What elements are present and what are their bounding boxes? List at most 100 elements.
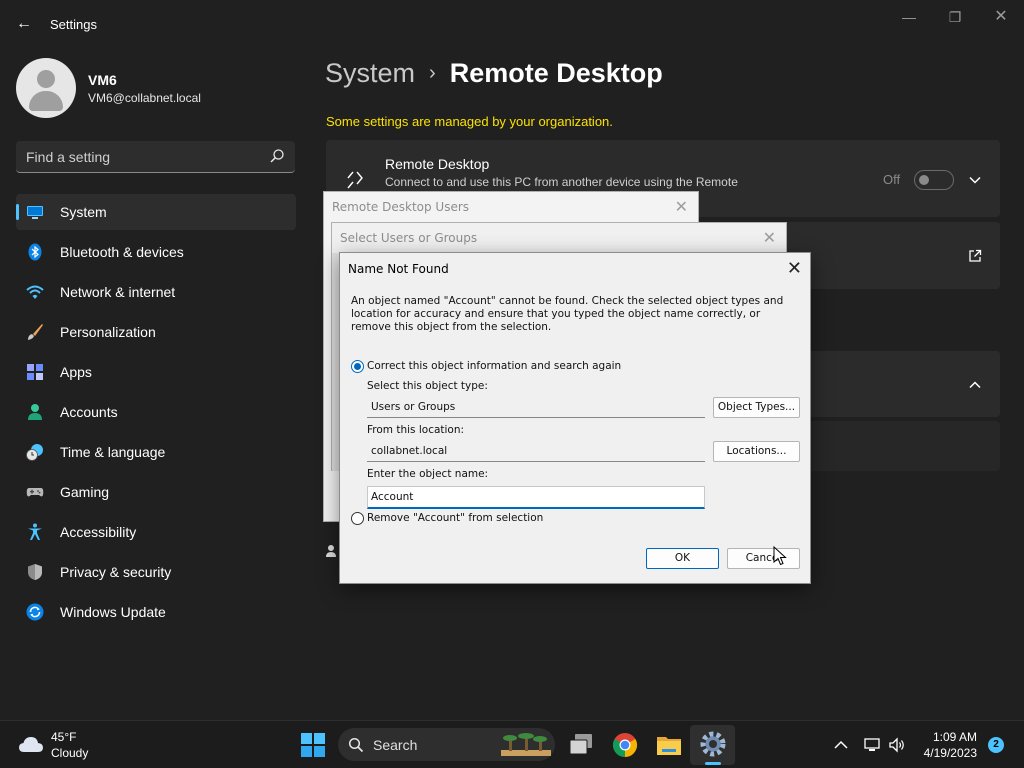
dialog-title: Remote Desktop Users [332,200,470,214]
find-setting-box[interactable] [16,141,295,173]
object-name-label: Enter the object name: [367,468,489,480]
chevron-down-icon[interactable] [968,173,982,187]
cancel-button[interactable]: Cancel [727,548,800,569]
object-type-field: Users or Groups [367,396,705,418]
notification-badge[interactable]: 2 [988,737,1004,753]
taskbar: 45°F Cloudy Search 1:09 AM 4/19/2023 2 [0,720,1024,768]
avatar[interactable] [16,58,76,118]
sidebar-item-label: Personalization [60,324,156,340]
remote-desktop-icon [347,171,363,189]
breadcrumb: System › Remote Desktop [325,58,663,89]
taskbar-search[interactable]: Search [338,728,555,761]
close-icon[interactable]: ✕ [787,258,802,279]
ok-button[interactable]: OK [646,548,719,569]
chevron-up-icon[interactable] [968,378,982,392]
external-link-icon[interactable] [968,249,982,263]
location-field: collabnet.local [367,440,705,462]
chevron-up-icon[interactable] [832,736,850,754]
sidebar-item-label: Bluetooth & devices [60,244,184,260]
sidebar-item-gaming[interactable]: Gaming [16,474,296,510]
sidebar-item-system[interactable]: System [16,194,296,230]
search-icon[interactable] [269,148,285,164]
remove-object-label[interactable]: Remove "Account" from selection [367,512,543,524]
managed-notice: Some settings are managed by your organi… [326,114,613,129]
sidebar-item-time[interactable]: Time & language [16,434,296,470]
avatar-body [29,91,63,111]
cloud-icon[interactable] [18,734,44,754]
sidebar-item-label: Privacy & security [60,564,172,580]
sidebar-item-label: Gaming [60,484,110,500]
clock-date[interactable]: 4/19/2023 [924,746,977,760]
dialog-title: Name Not Found [348,262,449,276]
page-title: Remote Desktop [449,58,663,88]
user-name: VM6 [88,72,117,88]
sidebar-item-accessibility[interactable]: Accessibility [16,514,296,550]
sidebar-item-label: Windows Update [60,604,166,620]
system-icon [27,206,43,219]
sidebar-item-label: Network & internet [60,284,176,300]
weather-condition[interactable]: Cloudy [51,746,88,760]
sidebar-item-label: Time & language [60,444,166,460]
sidebar-item-bluetooth[interactable]: Bluetooth & devices [16,234,296,270]
minimize-button[interactable]: — [895,8,923,26]
network-icon[interactable] [863,736,881,754]
clock-globe-icon [26,444,43,461]
locations-button[interactable]: Locations... [713,441,800,462]
wifi-icon [26,285,44,299]
sidebar-item-privacy[interactable]: Privacy & security [16,554,296,590]
dialog-title: Select Users or Groups [340,231,478,245]
shield-icon [28,564,42,580]
settings-app-button[interactable] [690,725,735,765]
sidebar-item-apps[interactable]: Apps [16,354,296,390]
settings-icon [700,731,726,757]
maximize-button[interactable]: ❐ [941,8,969,26]
sidebar-item-label: Apps [60,364,92,380]
correct-object-radio[interactable] [351,360,364,373]
mouse-cursor-icon [773,546,787,566]
sidebar-item-label: Accounts [60,404,118,420]
weather-temperature[interactable]: 45°F [51,730,76,744]
find-setting-input[interactable] [16,141,261,172]
start-icon[interactable] [298,730,328,760]
avatar-head [37,70,55,88]
sidebar-item-label: System [60,204,107,220]
object-name-input[interactable] [367,486,705,509]
bluetooth-icon [28,243,42,261]
location-label: From this location: [367,424,465,436]
toggle-knob [919,175,929,185]
back-button[interactable]: ← [12,12,36,36]
remove-object-radio[interactable] [351,512,364,525]
name-not-found-dialog: Name Not Found ✕ An object named "Accoun… [339,252,811,584]
volume-icon[interactable] [888,736,906,754]
search-highlight-icon [501,733,551,756]
search-icon [348,737,364,753]
close-icon[interactable]: ✕ [675,197,688,217]
object-types-button[interactable]: Object Types... [713,397,800,418]
gamepad-icon [26,488,44,497]
sidebar-nav: System Bluetooth & devices Network & int… [16,194,296,634]
sidebar-item-windows-update[interactable]: Windows Update [16,594,296,630]
file-explorer-icon[interactable] [654,730,684,760]
sidebar-item-personalization[interactable]: Personalization [16,314,296,350]
remote-desktop-description: Connect to and use this PC from another … [385,175,738,189]
sidebar-item-accounts[interactable]: Accounts [16,394,296,430]
task-view-icon[interactable] [566,730,596,760]
toggle-state-label: Off [883,172,901,187]
breadcrumb-system[interactable]: System [325,58,415,89]
error-message: An object named "Account" cannot be foun… [351,295,784,333]
running-indicator [705,762,721,765]
breadcrumb-separator: › [429,62,436,84]
person-icon [28,404,42,420]
close-icon[interactable]: ✕ [763,228,776,248]
chrome-icon[interactable] [610,730,640,760]
remote-desktop-title: Remote Desktop [385,156,490,172]
sidebar-item-network[interactable]: Network & internet [16,274,296,310]
title-bar: ← Settings — ❐ ✕ [0,0,1024,48]
app-title: Settings [50,17,97,32]
accessibility-icon [28,523,42,540]
remote-desktop-toggle[interactable] [914,170,954,190]
clock-time[interactable]: 1:09 AM [933,730,977,744]
close-window-button[interactable]: ✕ [987,8,1015,26]
correct-object-label[interactable]: Correct this object information and sear… [367,360,621,372]
update-icon [26,603,44,621]
